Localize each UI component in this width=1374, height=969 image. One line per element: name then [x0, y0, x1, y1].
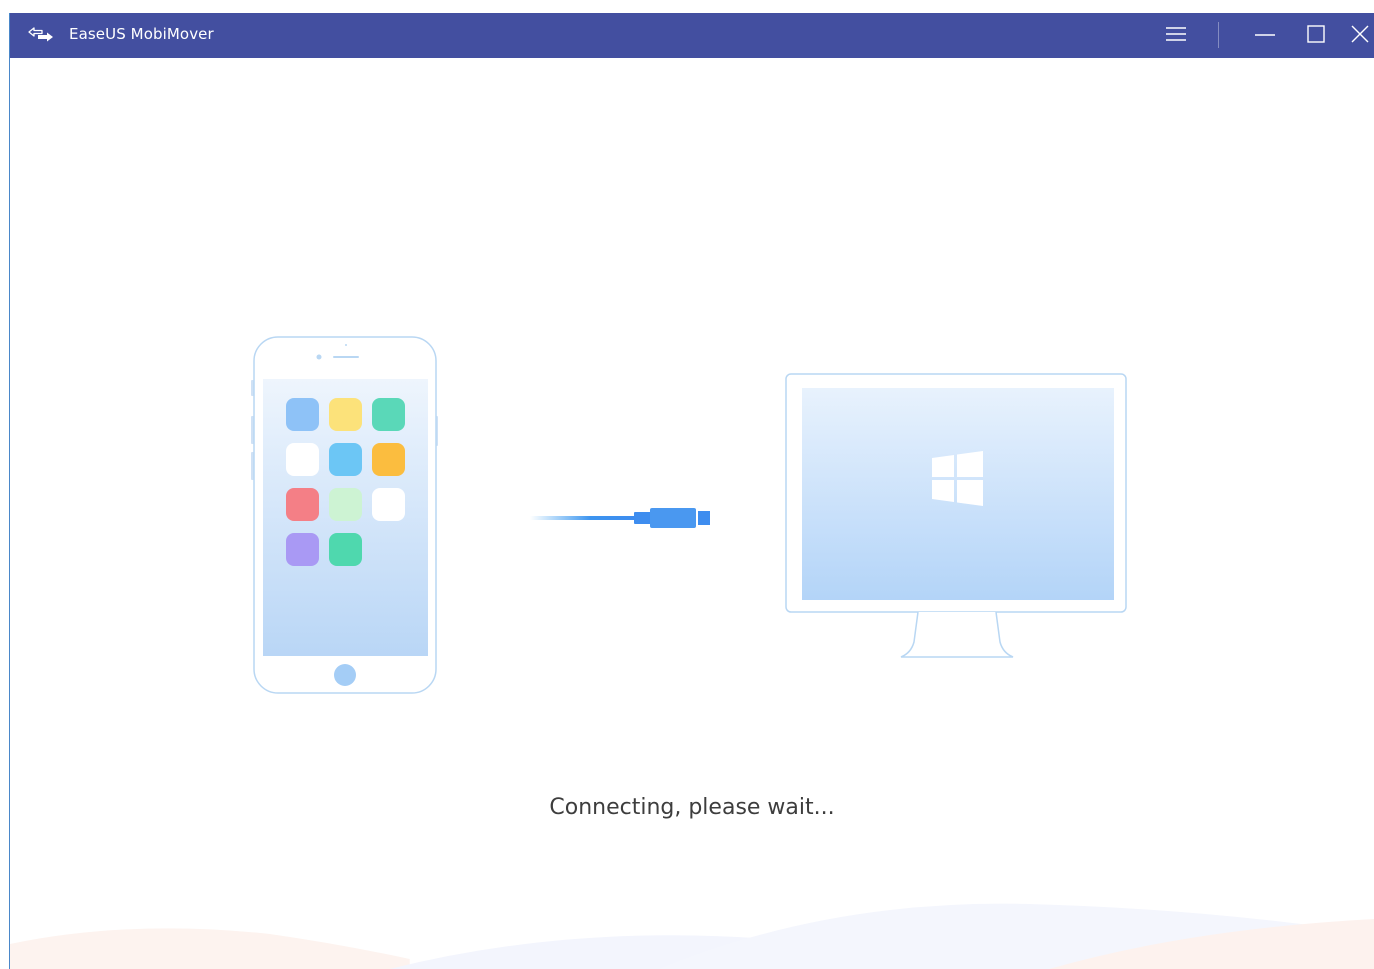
- app-tile: [372, 398, 405, 431]
- maximize-icon: [1307, 24, 1325, 47]
- app-tile: [286, 398, 319, 431]
- app-tile: [372, 488, 405, 521]
- connection-stage: Connecting, please wait...: [10, 58, 1374, 969]
- title-bar: EaseUS MobiMover: [10, 13, 1374, 58]
- windows-monitor-icon: [783, 371, 1129, 661]
- app-tile: [329, 533, 362, 566]
- menu-button[interactable]: [1156, 13, 1196, 58]
- minimize-button[interactable]: [1245, 13, 1285, 58]
- app-tile: [286, 443, 319, 476]
- app-tile: [329, 443, 362, 476]
- titlebar-separator: [1218, 22, 1219, 48]
- close-icon: [1351, 25, 1369, 47]
- decorative-waves: [10, 903, 1374, 969]
- app-tile: [372, 443, 405, 476]
- maximize-button[interactable]: [1296, 13, 1336, 58]
- transfer-arrows-icon: [26, 25, 56, 45]
- app-tile: [329, 398, 362, 431]
- app-tile: [329, 488, 362, 521]
- smartphone-icon: [242, 336, 442, 698]
- app-tile: [286, 488, 319, 521]
- hamburger-menu-icon: [1166, 26, 1186, 46]
- top-gap: [0, 0, 1374, 13]
- app-window: EaseUS MobiMover Connecting, please wait…: [9, 13, 1374, 969]
- close-button[interactable]: [1345, 13, 1374, 58]
- usb-cable-icon: [530, 503, 711, 533]
- minimize-icon: [1255, 26, 1275, 46]
- app-title: EaseUS MobiMover: [69, 25, 214, 43]
- app-tile: [286, 533, 319, 566]
- connection-status-text: Connecting, please wait...: [549, 795, 835, 820]
